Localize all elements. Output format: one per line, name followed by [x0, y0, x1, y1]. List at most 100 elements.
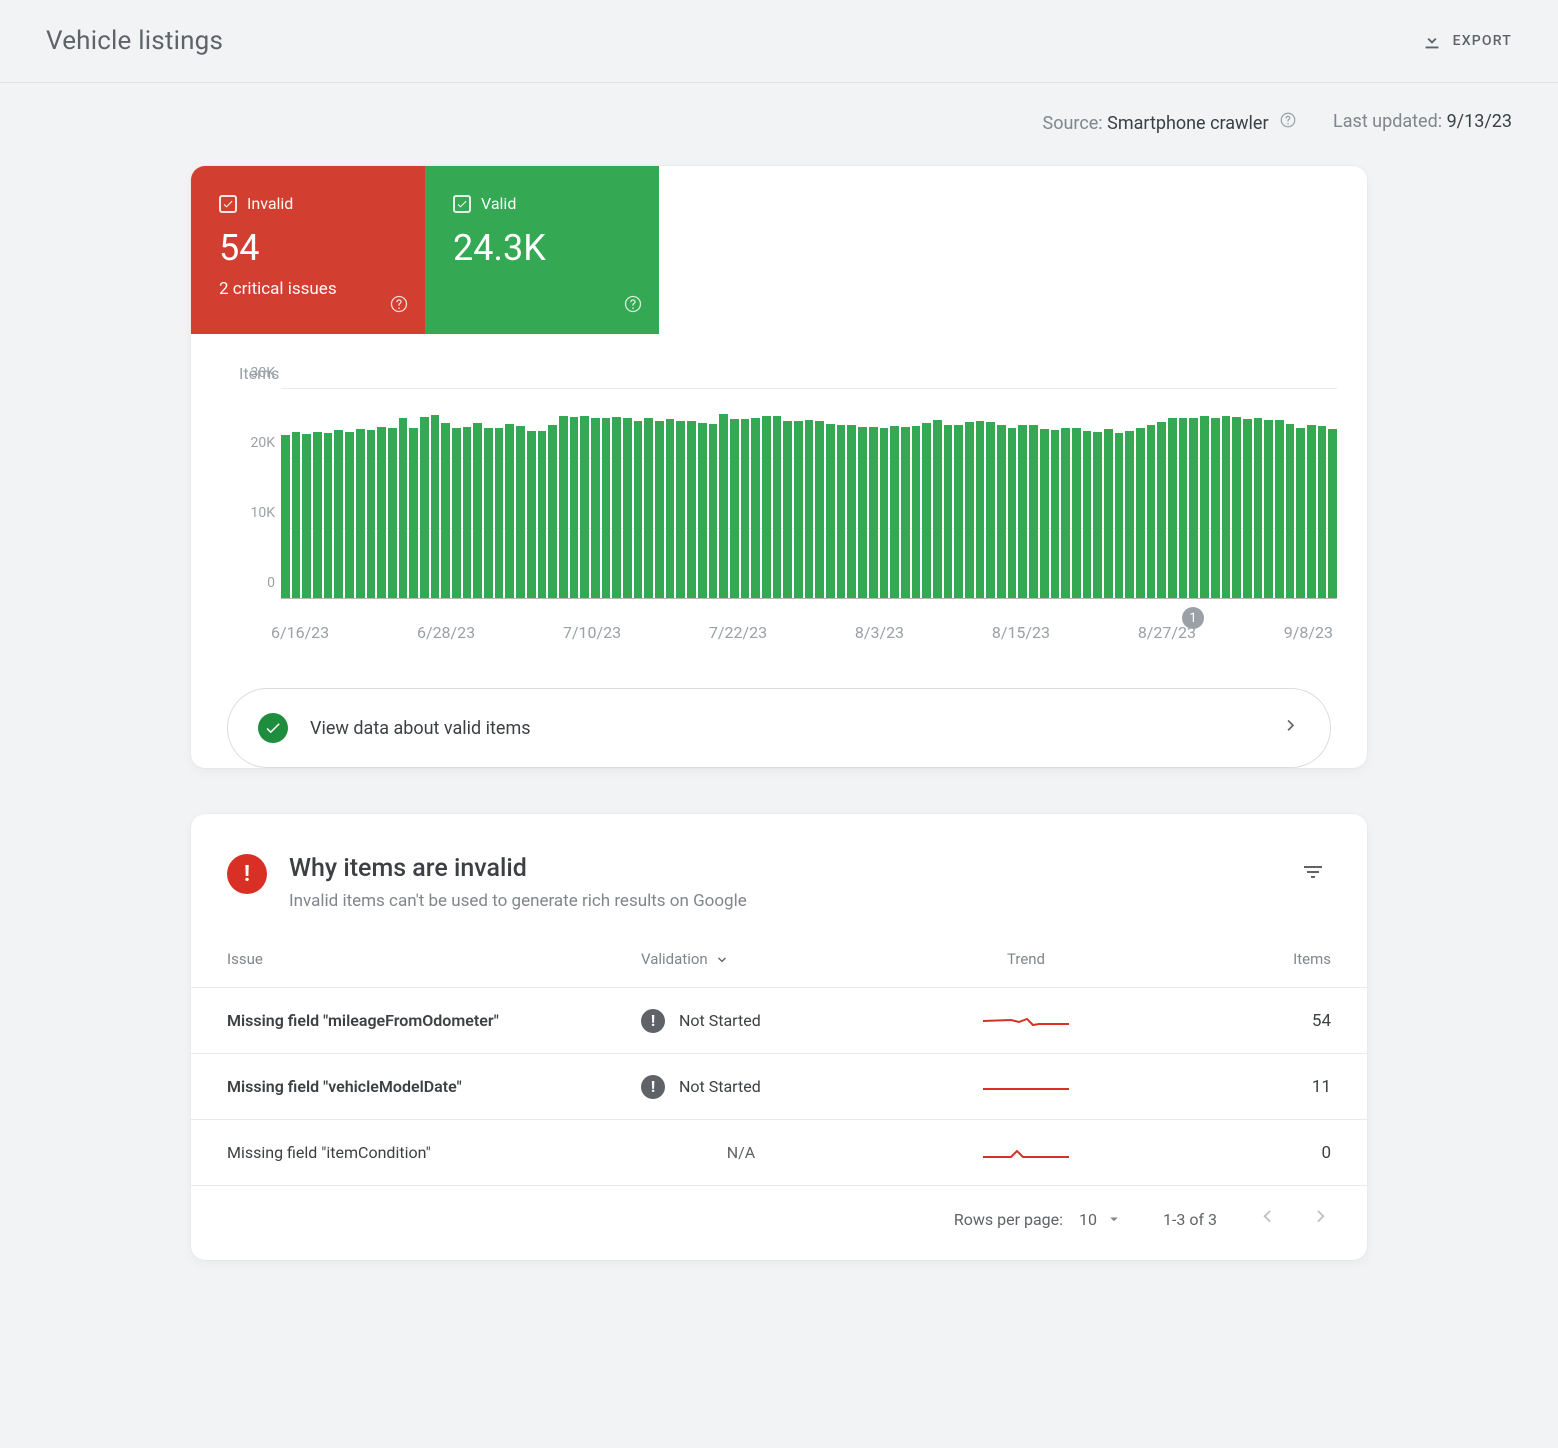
help-icon[interactable] — [1279, 111, 1297, 129]
validation-cell: N/A — [641, 1143, 901, 1162]
bar — [1275, 420, 1284, 599]
bar — [783, 421, 792, 600]
col-validation[interactable]: Validation — [641, 949, 901, 969]
updated-label: Last updated: — [1333, 111, 1442, 132]
bar-series — [281, 389, 1337, 599]
col-trend[interactable]: Trend — [901, 950, 1151, 968]
page: Vehicle listings EXPORT Source: Smartpho… — [0, 0, 1558, 1260]
chart-box[interactable]: 0 10K 20K 30K 1 — [235, 389, 1337, 599]
bar — [548, 425, 557, 599]
y-tick: 10K — [250, 505, 275, 521]
bar — [1318, 426, 1327, 599]
issue-text: Missing field "itemCondition" — [227, 1143, 641, 1162]
bar — [367, 430, 376, 599]
bar — [399, 418, 408, 599]
bar — [666, 419, 675, 599]
bar — [484, 428, 493, 600]
bar — [281, 435, 290, 599]
next-page-button[interactable] — [1309, 1206, 1331, 1232]
error-icon: ! — [227, 854, 267, 894]
invalid-label: Invalid — [247, 194, 293, 213]
bar — [655, 421, 664, 600]
valid-label: Valid — [481, 194, 516, 213]
bar — [356, 429, 365, 599]
bar — [890, 426, 899, 599]
source-label: Source: — [1043, 113, 1103, 134]
rows-per-page-select[interactable]: 10 — [1079, 1210, 1123, 1229]
issues-table: Issue Validation Trend Items Missing fie… — [191, 935, 1367, 1186]
caret-down-icon — [1105, 1210, 1123, 1228]
bar — [591, 418, 600, 599]
bar — [644, 418, 653, 599]
invalid-tile[interactable]: Invalid 54 2 critical issues — [191, 166, 425, 334]
help-icon[interactable] — [623, 294, 643, 318]
issue-row[interactable]: Missing field "vehicleModelDate"!Not Sta… — [191, 1054, 1367, 1120]
bar — [933, 420, 942, 599]
bar — [538, 431, 547, 599]
issues-heading: Why items are invalid — [289, 854, 1273, 883]
validation-cell: !Not Started — [641, 1009, 901, 1033]
bar — [1040, 429, 1049, 599]
status-tiles: Invalid 54 2 critical issues Valid — [191, 166, 1367, 334]
bar — [1222, 416, 1231, 599]
bar — [313, 432, 322, 599]
issues-header: ! Why items are invalid Invalid items ca… — [191, 814, 1367, 935]
x-tick: 7/10/23 — [563, 623, 621, 642]
bar — [1232, 417, 1241, 599]
valid-count: 24.3K — [453, 227, 635, 269]
bar — [495, 428, 504, 599]
header-bar: Vehicle listings EXPORT — [0, 0, 1558, 83]
bar — [762, 416, 771, 599]
check-circle-icon — [258, 713, 288, 743]
bar — [409, 428, 418, 600]
x-tick: 6/28/23 — [417, 623, 475, 642]
valid-tile[interactable]: Valid 24.3K — [425, 166, 659, 334]
col-items[interactable]: Items — [1151, 950, 1331, 968]
table-footer: Rows per page: 10 1-3 of 3 — [191, 1186, 1367, 1260]
chart-area: Items 0 10K 20K 30K 1 — [191, 334, 1367, 650]
bar — [1147, 425, 1156, 599]
bar — [730, 419, 739, 599]
bar — [431, 415, 440, 599]
invalid-subtext: 2 critical issues — [219, 279, 401, 299]
prev-page-button[interactable] — [1257, 1206, 1279, 1232]
bar — [377, 427, 386, 599]
bar — [388, 428, 397, 599]
bar — [709, 424, 718, 599]
filter-button[interactable] — [1295, 854, 1331, 894]
event-marker[interactable]: 1 — [1182, 607, 1204, 629]
bar — [420, 417, 429, 599]
bar — [1189, 418, 1198, 599]
pager — [1257, 1206, 1331, 1232]
download-icon — [1421, 30, 1443, 52]
col-issue[interactable]: Issue — [227, 950, 641, 968]
overview-card: Invalid 54 2 critical issues Valid — [191, 166, 1367, 768]
x-tick: 6/16/23 — [271, 623, 329, 642]
y-tick: 30K — [250, 365, 275, 381]
issue-row[interactable]: Missing field "mileageFromOdometer"!Not … — [191, 988, 1367, 1054]
issue-row[interactable]: Missing field "itemCondition"N/A0 — [191, 1120, 1367, 1186]
y-axis: 0 10K 20K 30K — [235, 389, 281, 599]
bar — [719, 414, 728, 599]
bar — [794, 421, 803, 599]
bar — [847, 425, 856, 599]
bar — [676, 421, 685, 600]
trend-sparkline — [901, 1009, 1151, 1033]
x-tick: 9/8/23 — [1284, 623, 1333, 642]
overview-card-wrap: Invalid 54 2 critical issues Valid — [191, 166, 1367, 768]
bar — [869, 427, 878, 599]
bar — [944, 425, 953, 599]
view-valid-items-link[interactable]: View data about valid items — [227, 688, 1331, 768]
bar — [1254, 418, 1263, 599]
bar — [324, 433, 333, 599]
bar — [473, 423, 482, 599]
export-button[interactable]: EXPORT — [1421, 30, 1512, 52]
bar — [623, 418, 632, 599]
items-count: 54 — [1151, 1011, 1331, 1031]
bar — [954, 425, 963, 599]
bar — [527, 431, 536, 599]
bar — [1168, 418, 1177, 599]
help-icon[interactable] — [389, 294, 409, 318]
bar — [1029, 425, 1038, 599]
bar — [1264, 420, 1273, 599]
